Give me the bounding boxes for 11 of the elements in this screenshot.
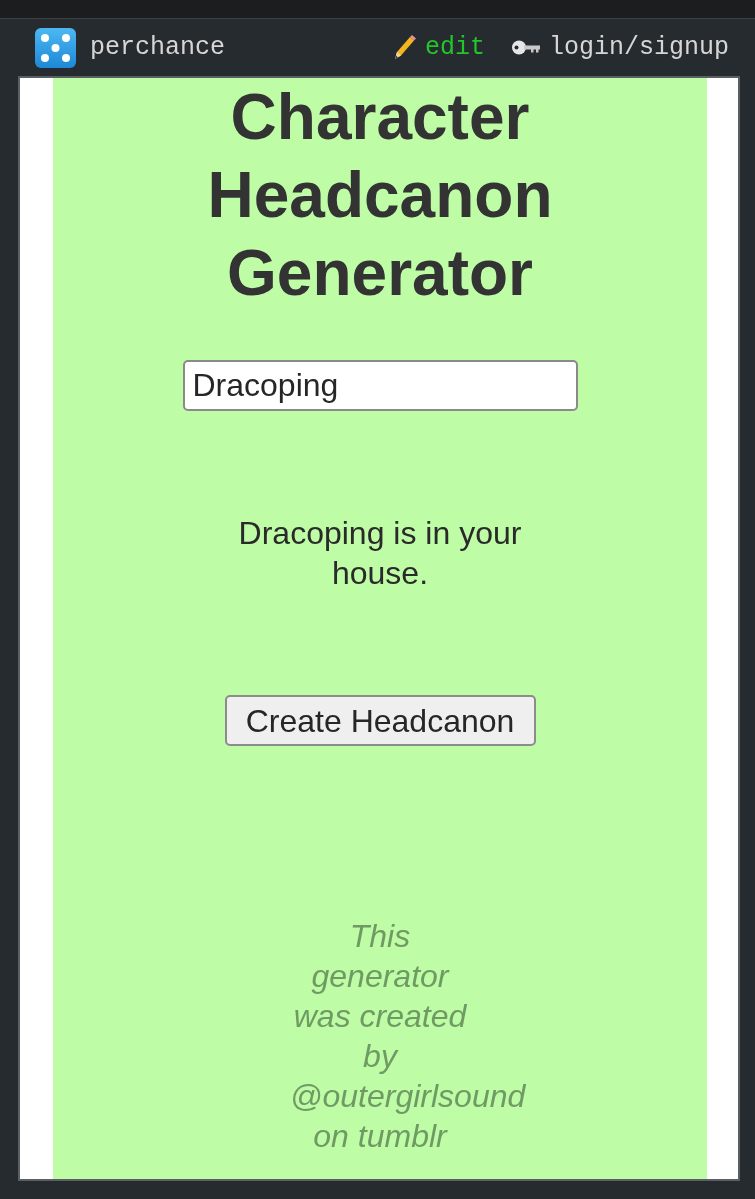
pencil-icon [393,35,416,60]
edit-link[interactable]: edit [393,35,485,60]
create-headcanon-button[interactable]: Create Headcanon [224,695,536,746]
site-home-link[interactable]: perchance [35,27,226,68]
page-title: Character Headcanon Generator [206,80,554,311]
dice-icon [35,27,76,68]
login-link[interactable]: login/signup [511,35,729,60]
key-icon [511,40,540,55]
name-field[interactable]: Dracoping [182,360,578,411]
credit-text: This generator was created by @outergirlsound on tumblr [290,917,527,1156]
result-text: Dracoping is in your house. [237,514,523,593]
